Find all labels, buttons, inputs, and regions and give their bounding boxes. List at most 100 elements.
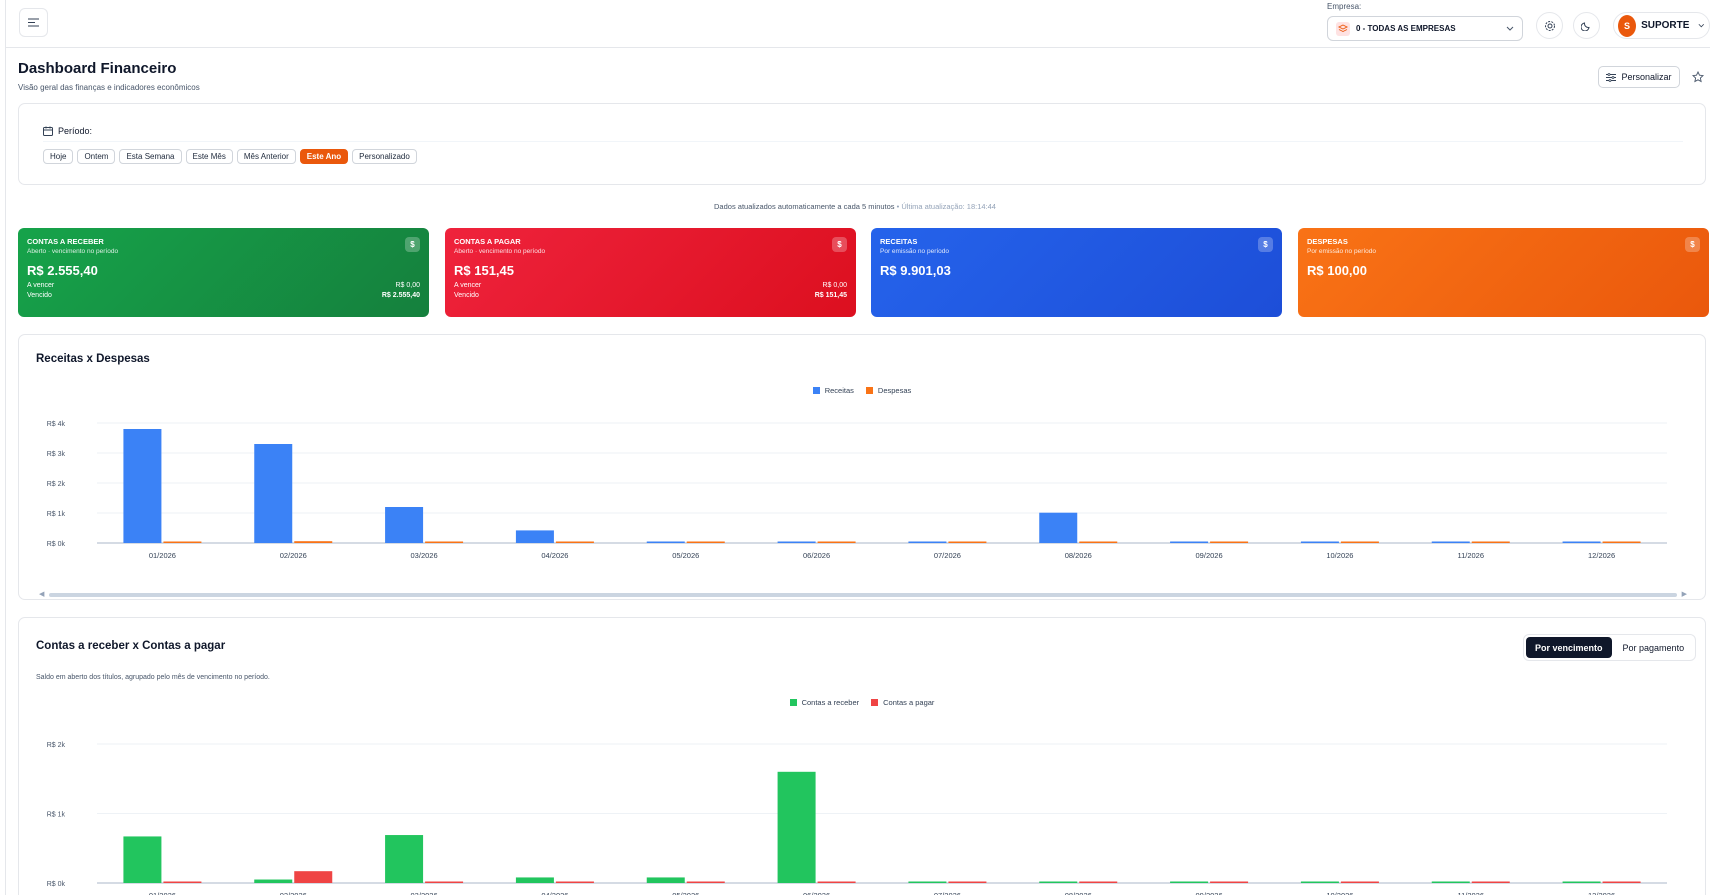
kpi-card: RECEITAS Por emissão no período R$ 9.901,0… [871, 228, 1282, 317]
bar[interactable] [1471, 881, 1510, 884]
bar[interactable] [817, 541, 856, 544]
period-button[interactable]: Esta Semana [119, 149, 182, 164]
period-button[interactable]: Mês Anterior [236, 149, 296, 164]
bar[interactable] [1170, 541, 1209, 544]
kpi-detail-value: R$ 2.555,40 [381, 292, 420, 299]
scroll-left-icon[interactable]: ◀ [39, 591, 44, 599]
moon-icon [1581, 22, 1590, 31]
bar[interactable] [646, 877, 685, 883]
bar[interactable] [425, 881, 464, 884]
period-button[interactable]: Personalizado [352, 149, 417, 164]
bar[interactable] [686, 881, 725, 884]
bar[interactable] [1300, 881, 1339, 884]
bar[interactable] [123, 429, 162, 543]
bar[interactable] [1602, 541, 1641, 544]
x-tick-label: 07/2026 [934, 551, 961, 560]
bar[interactable] [385, 835, 424, 883]
chart-legend: Receitas Despesas [19, 386, 1705, 395]
legend-item[interactable]: Contas a receber [789, 698, 860, 707]
x-tick-label: 09/2026 [1196, 551, 1223, 560]
bar[interactable] [1431, 541, 1470, 544]
legend-swatch [865, 387, 873, 394]
bar[interactable] [294, 541, 333, 543]
company-select[interactable]: 0 - TODAS AS EMPRESAS [1327, 16, 1523, 41]
period-button[interactable]: Este Mês [185, 149, 233, 164]
settings-button[interactable] [1536, 12, 1563, 39]
bar[interactable] [515, 877, 554, 883]
bar[interactable] [777, 771, 816, 883]
legend-item[interactable]: Contas a pagar [871, 698, 934, 707]
bar[interactable] [817, 881, 856, 884]
bar[interactable] [1340, 541, 1379, 544]
bar[interactable] [254, 444, 293, 543]
bar[interactable] [777, 541, 816, 544]
bar[interactable] [1562, 881, 1601, 884]
bar[interactable] [385, 507, 424, 543]
bar[interactable] [1039, 512, 1078, 543]
update-note: Dados atualizados automaticamente a cada… [0, 202, 1710, 211]
period-button[interactable]: Este Ano [299, 149, 349, 164]
dollar-icon: $ [405, 237, 420, 252]
legend-item[interactable]: Despesas [865, 386, 912, 395]
period-label-text: Período: [58, 126, 93, 136]
bar[interactable] [1079, 881, 1118, 884]
chart-description: Saldo em aberto dos títulos, agrupado pe… [36, 674, 270, 681]
bar[interactable] [1431, 881, 1470, 884]
bar[interactable] [294, 871, 333, 883]
bar[interactable] [908, 541, 947, 544]
bar[interactable] [1210, 881, 1249, 884]
bar[interactable] [686, 541, 725, 544]
bar[interactable] [1079, 541, 1118, 544]
x-tick-label: 11/2026 [1457, 891, 1484, 895]
kpi-detail-label: A vencer [27, 282, 55, 289]
period-button[interactable]: Ontem [77, 149, 116, 164]
bar[interactable] [163, 881, 202, 884]
toggle-button[interactable]: Por pagamento [1614, 637, 1694, 658]
bar[interactable] [254, 879, 293, 883]
kpi-subtitle: Aberto · vencimento no período [454, 248, 546, 255]
company-select-value: 0 - TODAS AS EMPRESAS [1356, 24, 1456, 33]
bar[interactable] [908, 881, 947, 884]
y-tick-label: R$ 4k [47, 421, 66, 428]
toggle-button[interactable]: Por vencimento [1526, 637, 1612, 658]
bar[interactable] [1562, 541, 1601, 544]
y-tick-label: R$ 0k [47, 881, 66, 888]
bar[interactable] [1471, 541, 1510, 544]
bar[interactable] [948, 881, 987, 884]
user-menu-button[interactable]: S SUPORTE [1613, 12, 1710, 39]
bar[interactable] [163, 541, 202, 544]
legend-label: Despesas [877, 386, 912, 395]
bar[interactable] [1602, 881, 1641, 884]
x-tick-label: 11/2026 [1457, 551, 1484, 560]
top-bar: Empresa: 0 - TODAS AS EMPRESAS S SUPORTE [6, 0, 1710, 48]
legend-label: Contas a receber [801, 698, 860, 707]
revenue-expense-chart: R$ 0k R$ 1k R$ 2k R$ 3k R$ 4k 01/2026 02/2026 0… [47, 421, 1667, 560]
chart-scrollbar[interactable]: ◀ ▶ [39, 591, 1687, 599]
bar[interactable] [948, 541, 987, 544]
bar[interactable] [1039, 881, 1078, 884]
menu-toggle-button[interactable] [19, 8, 48, 37]
legend-item[interactable]: Receitas [812, 386, 854, 395]
favorite-button[interactable] [1688, 66, 1708, 88]
bar[interactable] [123, 836, 162, 883]
update-note-text: Dados atualizados automaticamente a cada… [714, 202, 895, 211]
bar[interactable] [555, 541, 594, 544]
bar[interactable] [646, 541, 685, 544]
bar[interactable] [555, 881, 594, 884]
x-tick-label: 01/2026 [149, 891, 176, 895]
bar[interactable] [1340, 881, 1379, 884]
x-tick-label: 08/2026 [1065, 891, 1092, 895]
bar[interactable] [515, 530, 554, 543]
kpi-detail-label: A vencer [454, 282, 482, 289]
scroll-right-icon[interactable]: ▶ [1682, 591, 1687, 599]
period-button[interactable]: Hoje [43, 149, 74, 164]
scroll-thumb[interactable] [49, 593, 1677, 597]
bar[interactable] [1300, 541, 1339, 544]
bar[interactable] [425, 541, 464, 544]
bar[interactable] [1170, 881, 1209, 884]
x-tick-label: 04/2026 [541, 551, 568, 560]
customize-button[interactable]: Personalizar [1598, 66, 1680, 88]
theme-toggle-button[interactable] [1573, 12, 1600, 39]
bar[interactable] [1210, 541, 1249, 544]
kpi-subtitle: Aberto · vencimento no período [27, 248, 119, 255]
